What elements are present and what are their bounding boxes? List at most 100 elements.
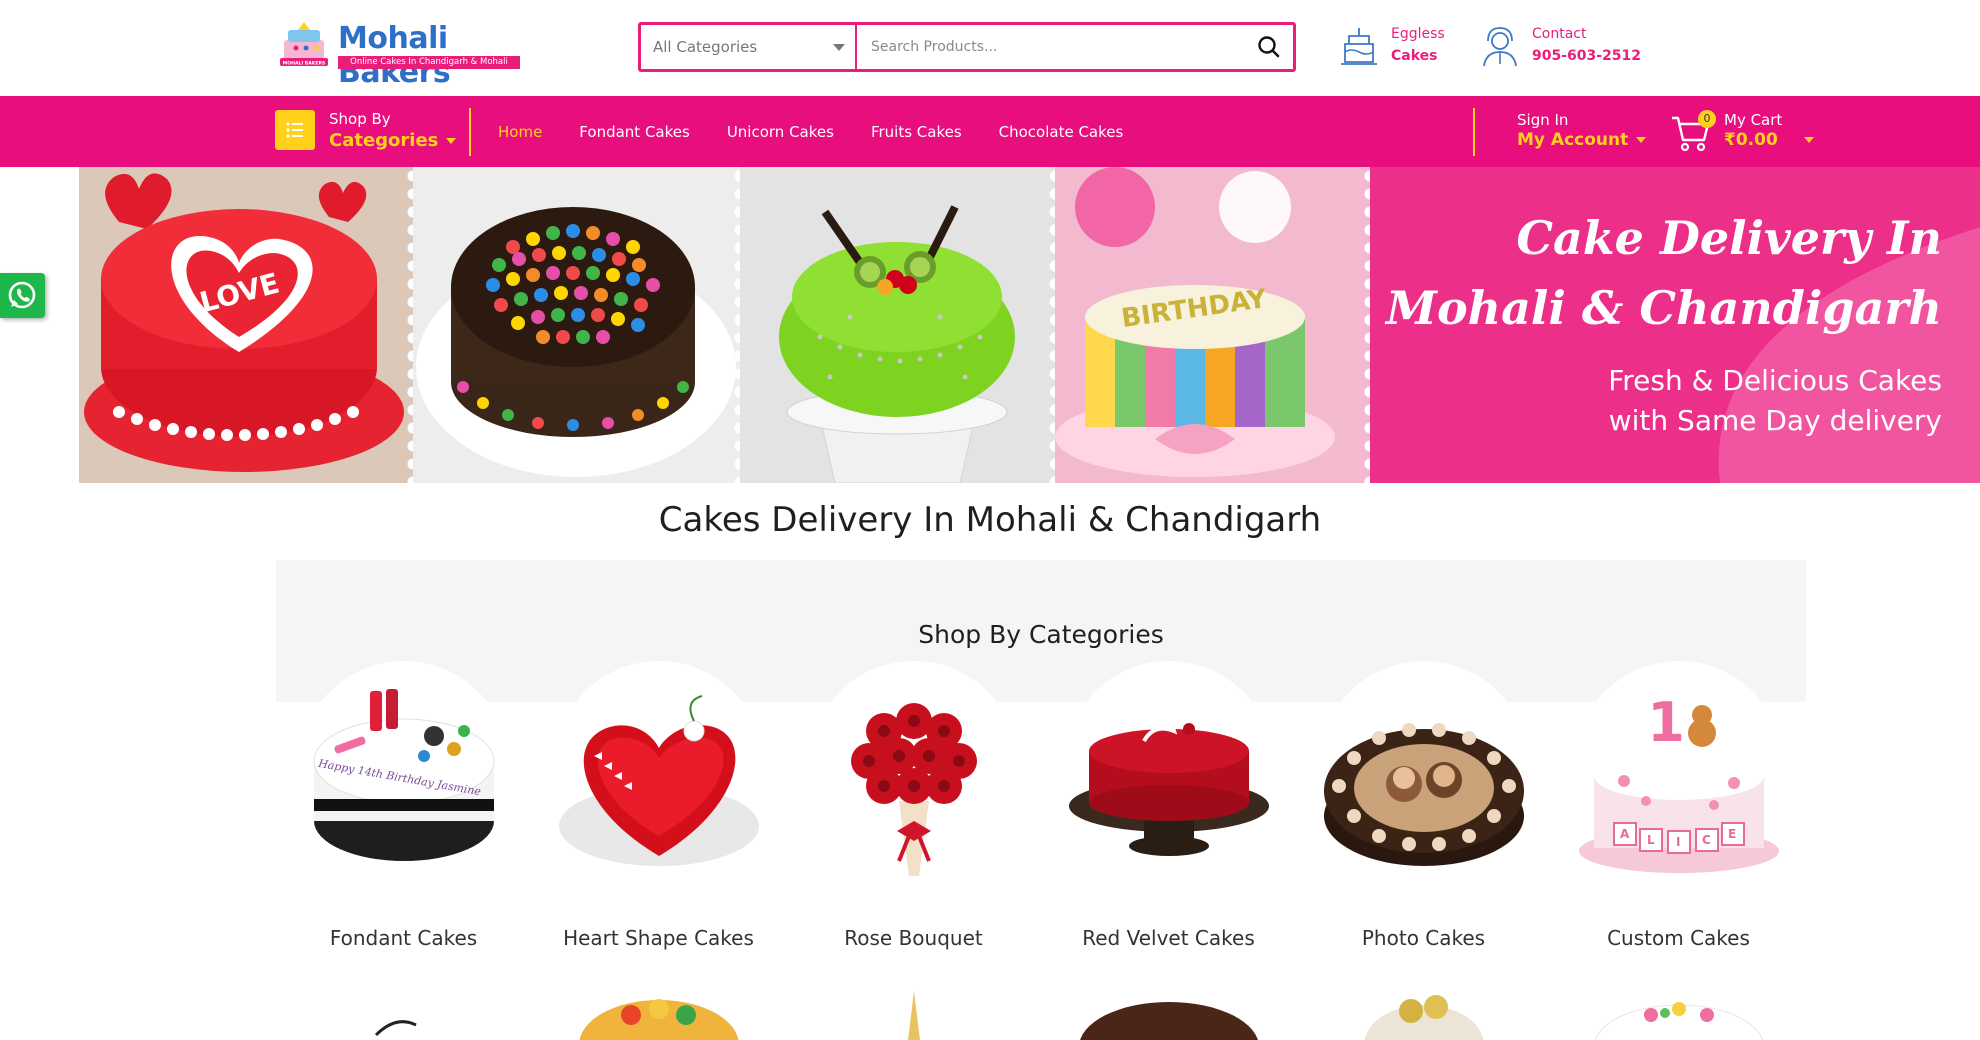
search-input[interactable] (859, 25, 1247, 69)
list-icon (286, 122, 303, 138)
bakery-logo-icon: MOHALI BAKERS (280, 22, 328, 67)
caret-down-icon (446, 138, 457, 144)
category-card-partial[interactable] (1551, 985, 1806, 1040)
red-velvet-cake-icon (1069, 716, 1269, 856)
block-letter: A (1620, 827, 1630, 841)
cake-number-topper: 1 (1647, 691, 1685, 754)
categories-dropdown[interactable]: Categories (329, 130, 457, 151)
category-card-partial[interactable] (276, 985, 531, 1040)
category-name[interactable]: Heart Shape Cakes (531, 926, 786, 950)
category-card-rose-bouquet[interactable]: Rose Bouquet (786, 661, 1041, 961)
nav-link-unicorn-cakes[interactable]: Unicorn Cakes (727, 123, 834, 141)
banner-divider (1361, 167, 1370, 483)
category-card-red-velvet-cakes[interactable]: Red Velvet Cakes (1041, 661, 1296, 961)
gems-cake-icon (413, 167, 740, 483)
category-card-partial[interactable] (531, 985, 786, 1040)
category-name[interactable]: Custom Cakes (1551, 926, 1806, 950)
floral-cake-image-partial (1594, 1002, 1764, 1040)
banner-text-panel: Cake Delivery In Mohali & Chandigarh Fre… (1370, 167, 1980, 483)
main-nav: Shop By Categories Home Fondant Cakes Un… (0, 96, 1980, 167)
chocolate-cake-image-partial (1080, 1002, 1258, 1040)
sign-in-link[interactable]: Sign In (1517, 111, 1568, 129)
category-card-partial[interactable] (786, 985, 1041, 1040)
banner-divider (731, 167, 740, 483)
category-name[interactable]: Red Velvet Cakes (1041, 926, 1296, 950)
nav-link-fruits-cakes[interactable]: Fruits Cakes (871, 123, 962, 141)
category-image: 1 A L I C E (1574, 661, 1784, 891)
category-image (809, 661, 1019, 891)
page-title: Cakes Delivery In Mohali & Chandigarh (658, 500, 1322, 540)
category-grid-row-2 (276, 985, 1806, 1040)
banner-birthday-cake-image: BIRTHDAY (1055, 167, 1370, 483)
nav-link-fondant-cakes[interactable]: Fondant Cakes (579, 123, 690, 141)
fruit-cake-image-partial (579, 999, 739, 1040)
my-account-dropdown[interactable]: My Account (1517, 130, 1647, 150)
photo-cake-icon (1324, 723, 1524, 866)
categories-menu-button[interactable] (275, 110, 315, 150)
nav-link-home[interactable]: Home (498, 123, 542, 141)
nav-divider (469, 108, 471, 156)
my-cart-label[interactable]: My Cart (1724, 111, 1782, 129)
kiwi-cake-icon (740, 167, 1055, 483)
categories-label: Categories (329, 130, 439, 151)
site-logo[interactable]: MOHALI BAKERS Mohali Bakers Online Cakes… (276, 22, 520, 90)
category-card-fondant-cakes[interactable]: Happy 14th Birthday Jasmine Fondant Cake… (276, 661, 531, 961)
block-letter: E (1728, 827, 1736, 841)
search-icon (1258, 36, 1280, 58)
banner-heading: Cake Delivery In Mohali & Chandigarh (1382, 203, 1942, 343)
category-select-value: All Categories (653, 38, 758, 56)
rose-bouquet-icon (851, 703, 977, 876)
top-header: MOHALI BAKERS Mohali Bakers Online Cakes… (0, 0, 1980, 96)
eggless-label: Eggless (1391, 26, 1445, 42)
block-letter: C (1702, 833, 1711, 847)
nav-link-chocolate-cakes[interactable]: Chocolate Cakes (999, 123, 1124, 141)
cake-image-partial (374, 1020, 417, 1037)
hero-banner[interactable]: LOVE BIRTHDAY Cake Delivery In Mohali & … (79, 167, 1980, 483)
contact-info[interactable]: Contact 905-603-2512 (1478, 22, 1658, 72)
banner-subheading: Fresh & Delicious Cakes with Same Day de… (1382, 361, 1942, 441)
gold-rose-cake-image-partial (1364, 995, 1484, 1040)
search-bar: All Categories (638, 22, 1296, 72)
whatsapp-icon (8, 281, 36, 309)
nav-divider (1473, 108, 1475, 156)
banner-gems-cake-image (413, 167, 740, 483)
category-card-photo-cakes[interactable]: Photo Cakes (1296, 661, 1551, 961)
caret-down-icon (1803, 137, 1814, 143)
category-card-custom-cakes[interactable]: 1 A L I C E Custom Cakes (1551, 661, 1806, 961)
heart-cake-icon (559, 695, 759, 866)
chevron-down-icon (833, 44, 845, 51)
banner-love-cake-image: LOVE (79, 167, 413, 483)
tower-cake-image-partial (908, 991, 920, 1040)
makeup-cake-icon: Happy 14th Birthday Jasmine (313, 689, 495, 861)
category-grid: Happy 14th Birthday Jasmine Fondant Cake… (276, 661, 1806, 961)
search-button[interactable] (1249, 27, 1289, 67)
block-letter: L (1647, 833, 1655, 847)
category-name[interactable]: Fondant Cakes (276, 926, 531, 950)
cart-total: ₹0.00 (1724, 130, 1778, 150)
banner-sub-line2: with Same Day delivery (1608, 404, 1942, 437)
banner-sub-line1: Fresh & Delicious Cakes (1608, 364, 1942, 397)
category-image (1319, 661, 1529, 891)
my-account-label: My Account (1517, 130, 1629, 150)
shop-by-label: Shop By (329, 110, 391, 128)
logo-badge-text: MOHALI BAKERS (283, 61, 326, 67)
category-image (1064, 661, 1274, 891)
banner-heading-line1: Cake Delivery In (1516, 211, 1942, 265)
category-select[interactable]: All Categories (641, 25, 857, 69)
category-card-partial[interactable] (1041, 985, 1296, 1040)
category-card-partial[interactable] (1296, 985, 1551, 1040)
cake-outline-icon (1341, 28, 1377, 65)
eggless-sub-label: Cakes (1391, 48, 1438, 64)
custom-cake-icon: 1 A L I C E (1579, 691, 1779, 873)
cart-total-dropdown[interactable]: ₹0.00 (1724, 130, 1814, 150)
category-name[interactable]: Rose Bouquet (786, 926, 1041, 950)
block-letter: I (1676, 835, 1680, 849)
cart-count-badge: 0 (1698, 110, 1716, 128)
category-card-heart-shape-cakes[interactable]: Heart Shape Cakes (531, 661, 786, 961)
category-name[interactable]: Photo Cakes (1296, 926, 1551, 950)
caret-down-icon (1636, 137, 1647, 143)
banner-divider (1046, 167, 1055, 483)
banner-heading-line2: Mohali & Chandigarh (1386, 281, 1942, 335)
whatsapp-button[interactable] (0, 273, 45, 318)
eggless-cakes-link[interactable]: Eggless Cakes (1337, 22, 1457, 72)
